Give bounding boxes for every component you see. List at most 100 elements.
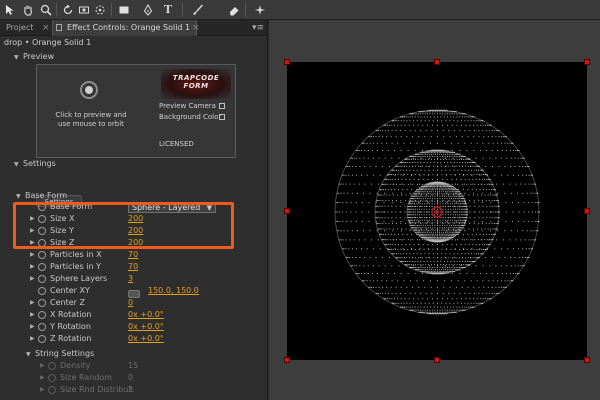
tab-effect-controls[interactable]: Effect Controls: Orange Solid 1 — [52, 20, 198, 36]
eraser-tool-icon[interactable] — [226, 2, 242, 18]
preview-camera-checkbox[interactable] — [219, 103, 225, 109]
stopwatch-icon[interactable] — [38, 263, 46, 271]
rectangle-tool-icon[interactable] — [116, 2, 132, 18]
property-row: ▶ Sphere Layers 3 — [0, 273, 267, 285]
base-form-highlight-box — [13, 202, 234, 249]
settings-section-header[interactable]: ▼ Settings — [0, 157, 267, 171]
property-row: ▶ Particles in X 70 — [0, 249, 267, 261]
property-label: X Rotation — [50, 310, 92, 319]
property-label: Center XY — [50, 286, 90, 295]
layer-handle-left[interactable] — [284, 208, 290, 214]
property-label: Size Rnd Distribut. — [60, 385, 135, 394]
background-color-checkbox[interactable] — [219, 114, 225, 120]
property-value[interactable]: 150.0, 150.0 — [148, 285, 199, 297]
hand-tool-icon[interactable] — [20, 2, 36, 18]
layer-handle-bottom-left[interactable] — [284, 357, 290, 363]
camera-orbit-tool-icon[interactable] — [76, 2, 92, 18]
stopwatch-icon[interactable] — [38, 311, 46, 319]
lock-icon[interactable] — [56, 24, 62, 31]
base-form-group-label: Base Form — [25, 191, 68, 200]
close-icon[interactable]: × — [192, 20, 200, 36]
puppet-tool-icon[interactable] — [252, 2, 268, 18]
tab-project[interactable]: Project — [0, 20, 39, 36]
pen-tool-icon[interactable] — [140, 2, 156, 18]
property-value[interactable]: 0x +0.0° — [128, 321, 164, 333]
expand-triangle-icon[interactable]: ▶ — [30, 309, 35, 321]
expand-triangle-icon[interactable]: ▶ — [30, 273, 35, 285]
form-preview-window[interactable]: Click to preview and use mouse to orbit … — [36, 64, 236, 158]
toolbar-divider — [182, 3, 183, 17]
preview-section-label: Preview — [23, 52, 55, 61]
property-value[interactable]: 0x +0.0° — [128, 333, 164, 345]
selection-tool-icon[interactable] — [2, 2, 18, 18]
stopwatch-icon[interactable] — [38, 299, 46, 307]
panel-tab-bar: Project × Effect Controls: Orange Solid … — [0, 20, 267, 36]
property-row: ▶ Y Rotation 0x +0.0° — [0, 321, 267, 333]
layer-handle-bottom-right[interactable] — [584, 357, 590, 363]
property-value[interactable]: 0 — [128, 372, 133, 384]
stopwatch-icon[interactable] — [38, 323, 46, 331]
layer-handle-top-left[interactable] — [284, 59, 290, 65]
property-value[interactable]: 0 — [128, 297, 133, 309]
expand-triangle-icon[interactable]: ▶ — [30, 333, 35, 345]
pan-behind-tool-icon[interactable] — [92, 2, 108, 18]
stopwatch-icon[interactable] — [38, 287, 46, 295]
property-value[interactable]: 3 — [128, 384, 133, 396]
preview-section-header[interactable]: ▼ Preview — [0, 50, 267, 64]
expand-triangle-icon[interactable]: ▶ — [40, 360, 45, 372]
property-row: ▶ Particles in Y 70 — [0, 261, 267, 273]
property-label: Size Random — [60, 373, 113, 382]
property-row: ▶ Size Rnd Distribut. 3 — [0, 384, 267, 396]
effect-controls-panel: Project × Effect Controls: Orange Solid … — [0, 20, 268, 400]
string-settings-group-header[interactable]: ▼ String Settings — [0, 347, 267, 360]
property-label: Z Rotation — [50, 334, 92, 343]
settings-section-label: Settings — [23, 159, 56, 168]
layer-handle-top-right[interactable] — [584, 59, 590, 65]
string-settings-label: String Settings — [35, 349, 95, 358]
panel-menu-icon[interactable]: ▾≡ — [252, 20, 264, 36]
close-icon[interactable]: × — [42, 20, 50, 36]
expand-triangle-icon[interactable]: ▶ — [30, 249, 35, 261]
property-label: Particles in Y — [50, 262, 101, 271]
composition-viewer[interactable] — [269, 20, 600, 400]
background-color-label: Background Color — [159, 113, 222, 121]
layer-handle-top[interactable] — [434, 59, 440, 65]
property-value[interactable]: 15 — [128, 360, 138, 372]
property-value[interactable]: 3 — [128, 273, 133, 285]
rotate-tool-icon[interactable] — [60, 2, 76, 18]
property-label: Center Z — [50, 298, 85, 307]
property-label: Sphere Layers — [50, 274, 108, 283]
property-row: ▶ Z Rotation 0x +0.0° — [0, 333, 267, 345]
expand-triangle-icon[interactable]: ▶ — [40, 372, 45, 384]
type-tool-icon[interactable]: T — [160, 2, 176, 18]
expand-triangle-icon[interactable]: ▼ — [14, 51, 23, 64]
layer-handle-bottom[interactable] — [434, 357, 440, 363]
orbit-instructions: Click to preview and use mouse to orbit — [55, 111, 127, 128]
zoom-tool-icon[interactable] — [38, 2, 54, 18]
expand-triangle-icon[interactable]: ▶ — [40, 384, 45, 396]
property-row: ▶ X Rotation 0x +0.0° — [0, 309, 267, 321]
expand-triangle-icon[interactable]: ▶ — [30, 297, 35, 309]
brush-tool-icon[interactable] — [190, 2, 206, 18]
layer-handle-right[interactable] — [584, 208, 590, 214]
property-value[interactable]: 70 — [128, 261, 138, 273]
orbit-icon — [80, 81, 98, 99]
property-value[interactable]: 0x +0.0° — [128, 309, 164, 321]
expand-triangle-icon[interactable]: ▼ — [14, 158, 23, 171]
toolbar-divider — [245, 3, 246, 17]
preview-camera-label: Preview Camera — [159, 102, 216, 110]
stopwatch-icon[interactable] — [38, 335, 46, 343]
property-label: Y Rotation — [50, 322, 91, 331]
property-value[interactable]: 70 — [128, 249, 138, 261]
toolbar-divider — [111, 3, 112, 17]
stopwatch-icon[interactable] — [48, 362, 56, 370]
layered-sphere-render — [334, 109, 540, 315]
expand-triangle-icon[interactable]: ▶ — [30, 261, 35, 273]
logo-text: TRAPCODE FORM — [172, 74, 220, 90]
expand-triangle-icon[interactable]: ▶ — [30, 321, 35, 333]
stopwatch-icon[interactable] — [38, 251, 46, 259]
stopwatch-icon[interactable] — [48, 386, 56, 394]
composition-canvas[interactable] — [287, 62, 587, 360]
stopwatch-icon[interactable] — [38, 275, 46, 283]
stopwatch-icon[interactable] — [48, 374, 56, 382]
